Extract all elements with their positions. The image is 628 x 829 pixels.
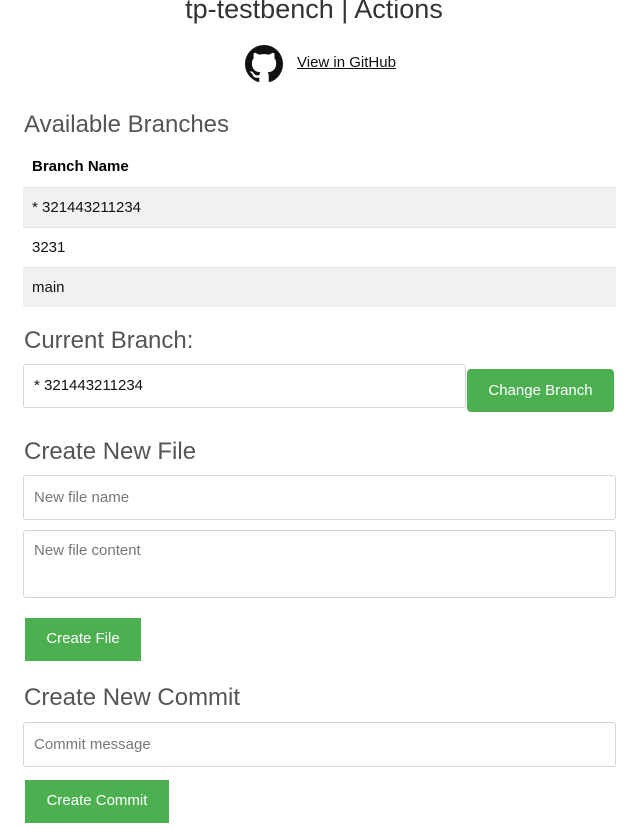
create-new-commit-heading: Create New Commit [24,684,241,711]
create-new-file-heading: Create New File [24,438,197,465]
github-icon[interactable] [245,45,283,83]
branch-name-column-header: Branch Name [32,158,129,175]
available-branches-heading: Available Branches [24,111,230,138]
table-row[interactable]: main [23,267,616,307]
new-file-name-input[interactable]: New file name [23,475,616,520]
commit-message-input[interactable]: Commit message [23,722,616,767]
github-link-row: View in GitHub [0,44,628,84]
create-commit-button[interactable]: Create Commit [25,780,169,823]
table-row[interactable]: 3231 [23,227,616,267]
current-branch-heading: Current Branch: [24,327,194,354]
view-in-github-link[interactable]: View in GitHub [297,54,396,71]
new-file-content-textarea[interactable]: New file content [23,530,616,598]
branches-table: Branch Name * 321443211234 3231 main [23,147,616,307]
create-file-button[interactable]: Create File [25,618,141,661]
page-title: tp-testbench | Actions [185,0,443,24]
change-branch-button[interactable]: Change Branch [467,369,614,412]
table-row[interactable]: * 321443211234 [23,187,616,227]
current-branch-field[interactable]: * 321443211234 [23,364,466,408]
